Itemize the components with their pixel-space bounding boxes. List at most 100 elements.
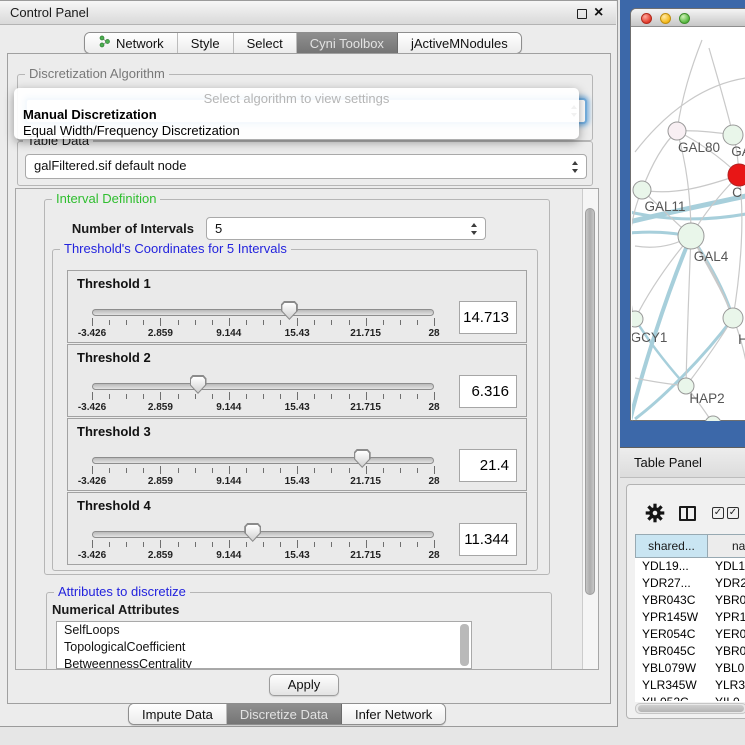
slider-tick-label: 28 <box>428 402 439 413</box>
network-node-label: GA <box>731 144 745 159</box>
network-node[interactable] <box>723 125 743 145</box>
threshold-value-field[interactable]: 6.316 <box>459 375 517 408</box>
network-canvas[interactable]: GAL80GACGAL11GAL4GCY1HHAP2 <box>632 27 745 421</box>
slider-thumb[interactable] <box>244 523 261 542</box>
threshold-value-field[interactable]: 21.4 <box>459 449 517 482</box>
network-window-titlebar[interactable] <box>631 9 745 27</box>
attribute-list-item[interactable]: TopologicalCoefficient <box>57 639 471 656</box>
network-node[interactable] <box>632 311 643 327</box>
settings-scrollbar-thumb[interactable] <box>585 208 595 595</box>
slider-tick <box>417 394 418 399</box>
tab-label: Style <box>191 36 220 51</box>
apply-button[interactable]: Apply <box>269 674 339 696</box>
panel-title: Control Panel <box>10 1 89 25</box>
threshold-label: Threshold 2 <box>77 350 151 365</box>
network-node-label: GAL4 <box>694 249 729 264</box>
slider-thumb[interactable] <box>190 375 207 394</box>
slider-tick <box>143 468 144 473</box>
network-node[interactable] <box>668 122 686 140</box>
tab-infer-network[interactable]: Infer Network <box>342 704 445 724</box>
network-node[interactable] <box>678 223 704 249</box>
network-node[interactable] <box>728 164 745 186</box>
table-row[interactable]: YBR045CYBR0 <box>635 643 745 660</box>
table-row[interactable]: YBL079WYBL0 <box>635 660 745 677</box>
threshold-panel-1: Threshold 1-3.4262.8599.14415.4321.71528… <box>67 270 527 343</box>
network-node[interactable] <box>723 308 743 328</box>
table-scrollbar-thumb[interactable] <box>638 705 744 712</box>
slider-track[interactable] <box>92 457 434 464</box>
attribute-list-item[interactable]: SelfLoops <box>57 622 471 639</box>
slider-thumb[interactable] <box>354 449 371 468</box>
table-row[interactable]: YIL052CYIL0 <box>635 694 745 701</box>
checkbox-icon[interactable]: ✓ <box>727 507 739 519</box>
tab-jactivemnodules[interactable]: jActiveMNodules <box>398 33 521 53</box>
network-node[interactable] <box>705 416 721 421</box>
slider-tick <box>263 394 264 399</box>
slider-tick <box>349 394 350 399</box>
cell-shared-name: YER054C <box>635 626 708 643</box>
tab-select[interactable]: Select <box>234 33 297 53</box>
network-node-label: C <box>732 185 742 200</box>
split-columns-icon[interactable] <box>679 506 696 521</box>
slider-track[interactable] <box>92 531 434 538</box>
slider-track[interactable] <box>92 383 434 390</box>
table-row[interactable]: YPR145WYPR1 <box>635 609 745 626</box>
zoom-traffic-light-icon[interactable] <box>679 13 690 24</box>
slider-tick <box>331 320 332 325</box>
table-row[interactable]: YER054CYER0 <box>635 626 745 643</box>
slider-tick <box>178 468 179 473</box>
attribute-list-item[interactable]: BetweennessCentrality <box>57 656 471 669</box>
tab-cyni-toolbox[interactable]: Cyni Toolbox <box>297 33 398 53</box>
cell-shared-name: YPR145W <box>635 609 708 626</box>
table-row[interactable]: YBR043CYBR0 <box>635 592 745 609</box>
close-traffic-light-icon[interactable] <box>641 13 652 24</box>
number-of-intervals-combobox[interactable]: 5 <box>206 217 486 240</box>
slider-tick <box>331 542 332 547</box>
column-header-name[interactable]: na <box>708 534 745 558</box>
slider-thumb[interactable] <box>281 301 298 320</box>
network-node[interactable] <box>633 181 651 199</box>
numerical-attributes-list[interactable]: SelfLoopsTopologicalCoefficientBetweenne… <box>56 621 472 669</box>
gear-icon[interactable] <box>645 503 665 523</box>
close-icon[interactable]: × <box>594 3 603 23</box>
algorithm-option-manual[interactable]: Manual Discretization <box>23 107 157 122</box>
slider-track[interactable] <box>92 309 434 316</box>
tab-network[interactable]: Network <box>85 33 178 53</box>
float-window-icon[interactable] <box>577 9 587 19</box>
attributes-list-scrollbar[interactable] <box>460 624 469 666</box>
threshold-value-field[interactable]: 11.344 <box>459 523 517 556</box>
tab-discretize-data[interactable]: Discretize Data <box>227 704 342 724</box>
column-header-shared-name[interactable]: shared... <box>635 534 708 558</box>
minimize-traffic-light-icon[interactable] <box>660 13 671 24</box>
table-row[interactable]: YDL19...YDL1 <box>635 558 745 575</box>
algorithm-option-equal-width[interactable]: Equal Width/Frequency Discretization <box>23 123 240 138</box>
slider-tick <box>366 392 367 400</box>
slider-tick <box>434 466 435 474</box>
network-edge <box>642 175 739 192</box>
slider-tick <box>109 468 110 473</box>
slider-tick <box>417 468 418 473</box>
settings-vertical-scrollbar[interactable] <box>582 189 598 669</box>
slider-tick <box>126 320 127 325</box>
tab-impute-data[interactable]: Impute Data <box>129 704 227 724</box>
tab-style[interactable]: Style <box>178 33 234 53</box>
threshold-value-field[interactable]: 14.713 <box>459 301 517 334</box>
slider-tick-label: -3.426 <box>78 402 106 413</box>
checkbox-icon[interactable]: ✓ <box>712 507 724 519</box>
thresholds-group-title: Threshold's Coordinates for 5 Intervals <box>60 242 291 256</box>
slider-tick <box>263 542 264 547</box>
algorithm-prompt-item[interactable]: Select algorithm to view settings <box>14 91 579 106</box>
slider-tick-label: 2.859 <box>148 402 173 413</box>
table-horizontal-scrollbar[interactable] <box>635 703 745 714</box>
network-edge <box>642 131 677 190</box>
slider-tick <box>246 320 247 325</box>
slider-tick <box>383 394 384 399</box>
slider-tick <box>331 394 332 399</box>
slider-tick-label: 15.43 <box>285 402 310 413</box>
slider-tick <box>297 540 298 548</box>
table-row[interactable]: YLR345WYLR3 <box>635 677 745 694</box>
slider-tick <box>143 542 144 547</box>
slider-tick <box>109 320 110 325</box>
table-row[interactable]: YDR27...YDR2 <box>635 575 745 592</box>
table-data-combobox[interactable]: galFiltered.sif default node <box>25 154 587 179</box>
